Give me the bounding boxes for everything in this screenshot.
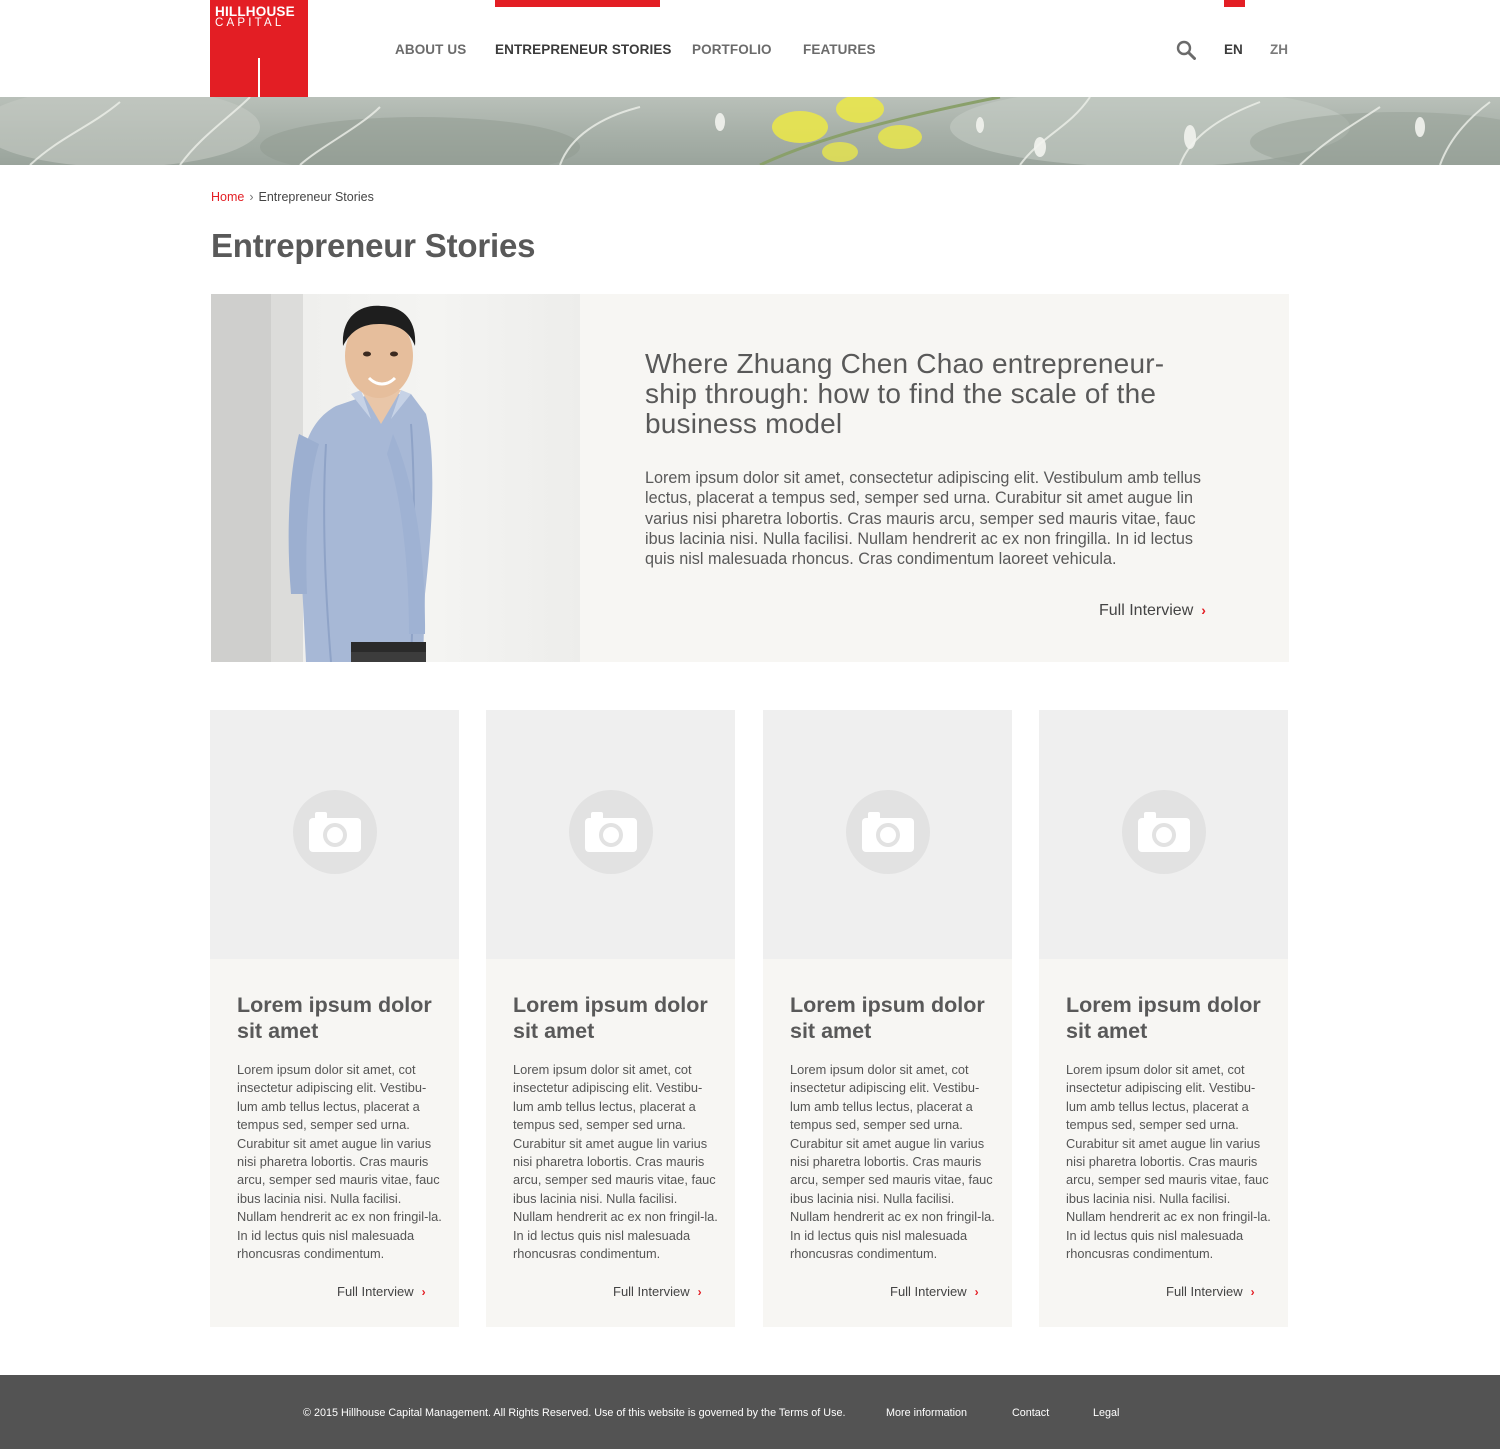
logo-stem xyxy=(258,58,260,97)
chevron-right-icon: › xyxy=(974,1285,979,1299)
card-image-placeholder xyxy=(763,710,1012,959)
camera-icon xyxy=(569,790,653,874)
card-excerpt: Lorem ipsum dolor sit amet, cot insectet… xyxy=(790,1062,995,1262)
breadcrumb-separator: › xyxy=(249,190,254,204)
breadcrumb: Home › Entrepreneur Stories xyxy=(211,190,374,204)
camera-icon xyxy=(293,790,377,874)
active-nav-indicator xyxy=(495,0,660,7)
footer-link-more-information[interactable]: More information xyxy=(886,1407,967,1419)
card-full-interview-label: Full Interview xyxy=(337,1284,414,1299)
featured-portrait-photo xyxy=(211,294,580,662)
story-card-2[interactable]: Lorem ipsum dolor sit amet Lorem ipsum d… xyxy=(486,710,735,1327)
card-full-interview-link[interactable]: Full Interview › xyxy=(613,1284,702,1299)
footer-link-legal[interactable]: Legal xyxy=(1093,1407,1119,1419)
hero-banner-image xyxy=(0,97,1500,165)
nav-entrepreneur-stories[interactable]: ENTREPRENEUR STORIES xyxy=(495,42,672,57)
breadcrumb-current: Entrepreneur Stories xyxy=(258,190,374,204)
card-image-placeholder xyxy=(210,710,459,959)
site-header: HILLHOUSE CAPITAL ABOUT US ENTREPRENEUR … xyxy=(0,0,1500,97)
featured-story-title: Where Zhuang Chen Chao entrepreneur-ship… xyxy=(645,348,1165,439)
card-image-placeholder xyxy=(1039,710,1288,959)
chevron-right-icon: › xyxy=(1250,1285,1255,1299)
featured-full-interview-label: Full Interview xyxy=(1099,602,1194,619)
story-card-3[interactable]: Lorem ipsum dolor sit amet Lorem ipsum d… xyxy=(763,710,1012,1327)
card-full-interview-label: Full Interview xyxy=(613,1284,690,1299)
nav-about-us[interactable]: ABOUT US xyxy=(395,42,466,57)
language-en[interactable]: EN xyxy=(1224,42,1243,57)
featured-full-interview-link[interactable]: Full Interview › xyxy=(1099,602,1206,620)
card-image-placeholder xyxy=(486,710,735,959)
card-title: Lorem ipsum dolor sit amet xyxy=(790,993,985,1043)
chevron-right-icon: › xyxy=(421,1285,426,1299)
footer-link-contact[interactable]: Contact xyxy=(1012,1407,1049,1419)
camera-icon xyxy=(846,790,930,874)
nav-features[interactable]: FEATURES xyxy=(803,42,876,57)
card-excerpt: Lorem ipsum dolor sit amet, cot insectet… xyxy=(1066,1062,1271,1262)
card-title: Lorem ipsum dolor sit amet xyxy=(237,993,432,1043)
card-full-interview-link[interactable]: Full Interview › xyxy=(337,1284,426,1299)
site-footer: © 2015 Hillhouse Capital Management. All… xyxy=(0,1375,1500,1449)
featured-story: Where Zhuang Chen Chao entrepreneur-ship… xyxy=(211,294,1289,662)
logo-line-2: CAPITAL xyxy=(215,17,285,29)
featured-story-excerpt: Lorem ipsum dolor sit amet, consectetur … xyxy=(645,469,1202,569)
card-title: Lorem ipsum dolor sit amet xyxy=(1066,993,1261,1043)
card-full-interview-link[interactable]: Full Interview › xyxy=(1166,1284,1255,1299)
story-card-4[interactable]: Lorem ipsum dolor sit amet Lorem ipsum d… xyxy=(1039,710,1288,1327)
card-full-interview-label: Full Interview xyxy=(890,1284,967,1299)
card-excerpt: Lorem ipsum dolor sit amet, cot insectet… xyxy=(513,1062,718,1262)
language-zh[interactable]: ZH xyxy=(1270,42,1288,57)
footer-copyright: © 2015 Hillhouse Capital Management. All… xyxy=(303,1407,846,1419)
card-excerpt: Lorem ipsum dolor sit amet, cot insectet… xyxy=(237,1062,442,1262)
card-full-interview-label: Full Interview xyxy=(1166,1284,1243,1299)
chevron-right-icon: › xyxy=(697,1285,702,1299)
nav-portfolio[interactable]: PORTFOLIO xyxy=(692,42,772,57)
story-card-1[interactable]: Lorem ipsum dolor sit amet Lorem ipsum d… xyxy=(210,710,459,1327)
card-full-interview-link[interactable]: Full Interview › xyxy=(890,1284,979,1299)
card-title: Lorem ipsum dolor sit amet xyxy=(513,993,708,1043)
hillhouse-logo[interactable]: HILLHOUSE CAPITAL xyxy=(210,0,308,97)
camera-icon xyxy=(1122,790,1206,874)
active-language-indicator xyxy=(1224,0,1245,7)
page-title: Entrepreneur Stories xyxy=(211,227,536,264)
breadcrumb-home-link[interactable]: Home xyxy=(211,190,244,204)
chevron-right-icon: › xyxy=(1201,602,1206,618)
search-icon[interactable] xyxy=(1176,40,1196,60)
